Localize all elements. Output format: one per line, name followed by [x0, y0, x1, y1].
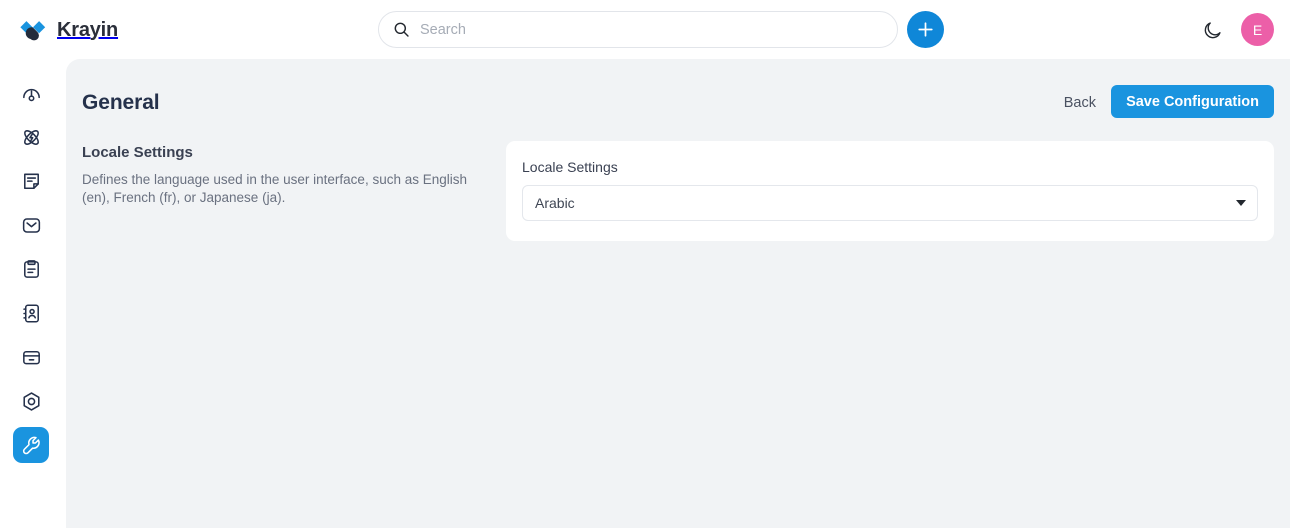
locale-settings-card: Locale Settings Arabic — [506, 141, 1274, 241]
sidebar-item-quotes[interactable] — [13, 251, 49, 287]
search-input[interactable] — [420, 12, 883, 47]
page-header: General Back Save Configuration — [66, 85, 1290, 131]
dashboard-gauge-icon — [22, 88, 40, 101]
locale-select-wrapper[interactable]: Arabic — [522, 185, 1258, 221]
back-button[interactable]: Back — [1064, 95, 1096, 111]
wrench-icon — [22, 436, 40, 454]
sidebar-item-settings[interactable] — [13, 383, 49, 419]
plus-icon — [918, 22, 933, 37]
sidebar-item-activities[interactable] — [13, 119, 49, 155]
sidebar-nav — [0, 59, 62, 528]
add-new-button[interactable] — [907, 11, 944, 48]
brand-home-link[interactable]: Krayin — [18, 15, 118, 45]
sidebar-item-leads[interactable] — [13, 163, 49, 199]
search-bar[interactable] — [378, 11, 898, 48]
locale-field-label: Locale Settings — [522, 159, 618, 175]
save-configuration-button[interactable]: Save Configuration — [1111, 85, 1274, 118]
top-bar: Krayin E — [0, 0, 1290, 59]
sidebar-item-contacts[interactable] — [13, 295, 49, 331]
section-description-block: Locale Settings Defines the language use… — [82, 144, 482, 207]
search-icon — [394, 22, 409, 37]
user-avatar[interactable]: E — [1241, 13, 1274, 46]
page-title: General — [82, 91, 160, 114]
sidebar-item-configuration[interactable] — [13, 427, 49, 463]
dark-mode-toggle-button[interactable] — [1199, 17, 1225, 43]
section-title: Locale Settings — [82, 144, 193, 161]
hexagon-target-icon — [22, 391, 40, 411]
box-product-icon — [22, 350, 40, 364]
main-content-panel: General Back Save Configuration Locale S… — [66, 59, 1290, 528]
clipboard-icon — [23, 259, 39, 278]
moon-icon — [1204, 21, 1221, 38]
sidebar-item-mail[interactable] — [13, 207, 49, 243]
mail-envelope-icon — [22, 217, 40, 233]
sidebar-item-dashboard[interactable] — [13, 75, 49, 111]
section-description: Defines the language used in the user in… — [82, 172, 467, 206]
activity-atom-icon — [23, 129, 39, 145]
contact-book-icon — [22, 303, 39, 323]
brand-name: Krayin — [57, 18, 119, 41]
note-document-icon — [23, 173, 39, 189]
sidebar-item-products[interactable] — [13, 339, 49, 375]
locale-select[interactable]: Arabic — [522, 185, 1258, 221]
krayin-diamond-logo-icon — [20, 21, 46, 41]
